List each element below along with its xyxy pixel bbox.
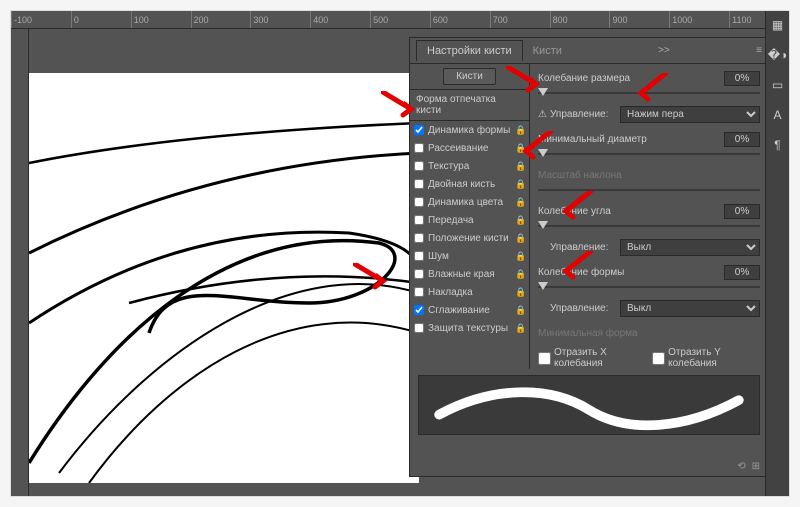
- brush-tip-shape-header[interactable]: Форма отпечатка кисти: [410, 90, 529, 121]
- brush-option-row[interactable]: Положение кисти🔒: [410, 229, 529, 247]
- flip-x-checkbox[interactable]: Отразить X колебания: [538, 347, 646, 369]
- lock-icon[interactable]: 🔒: [515, 125, 525, 135]
- canvas[interactable]: [29, 73, 419, 483]
- brush-settings-panel: Настройки кисти Кисти >> ≡ Кисти Форма о…: [409, 37, 769, 477]
- option-label: Передача: [428, 215, 515, 226]
- brush-option-row[interactable]: Сглаживание🔒: [410, 301, 529, 319]
- brush-option-row[interactable]: Шум🔒: [410, 247, 529, 265]
- roundness-control-label: Управление:: [550, 303, 620, 314]
- option-label: Накладка: [428, 287, 515, 298]
- new-preset-icon[interactable]: ⊞: [752, 461, 760, 472]
- option-checkbox[interactable]: [414, 323, 424, 333]
- brushes-button[interactable]: Кисти: [443, 68, 496, 85]
- brush-options-list: Кисти Форма отпечатка кисти Динамика фор…: [410, 64, 530, 369]
- option-checkbox[interactable]: [414, 179, 424, 189]
- min-diameter-label: Минимальный диаметр: [538, 134, 724, 145]
- adjustments-icon[interactable]: �◑: [770, 47, 786, 63]
- lock-icon[interactable]: 🔒: [515, 215, 525, 225]
- angle-control-select[interactable]: Выкл: [620, 239, 760, 256]
- option-checkbox[interactable]: [414, 251, 424, 261]
- angle-jitter-slider[interactable]: [538, 221, 760, 231]
- brush-option-row[interactable]: Рассеивание🔒: [410, 139, 529, 157]
- option-label: Рассеивание: [428, 143, 515, 154]
- swatches-icon[interactable]: ▦: [770, 17, 786, 33]
- min-diameter-slider[interactable]: [538, 149, 760, 159]
- option-checkbox[interactable]: [414, 197, 424, 207]
- roundness-jitter-label: Колебание формы: [538, 267, 724, 278]
- option-label: Шум: [428, 251, 515, 262]
- option-checkbox[interactable]: [414, 233, 424, 243]
- lock-icon[interactable]: 🔒: [515, 251, 525, 261]
- option-label: Динамика цвета: [428, 197, 515, 208]
- angle-jitter-value[interactable]: 0%: [724, 204, 760, 219]
- tilt-scale-label: Масштаб наклона: [538, 170, 760, 181]
- brush-option-row[interactable]: Накладка🔒: [410, 283, 529, 301]
- tab-brushes[interactable]: Кисти: [523, 41, 572, 61]
- collapse-icon[interactable]: >>: [658, 45, 670, 56]
- tilt-scale-slider: [538, 185, 760, 195]
- option-label: Текстура: [428, 161, 515, 172]
- right-toolstrip: ▦ �◑ ▭ A ¶: [765, 11, 789, 496]
- option-label: Двойная кисть: [428, 179, 515, 190]
- option-label: Положение кисти: [428, 233, 515, 244]
- size-control-select[interactable]: Нажим пера: [620, 106, 760, 123]
- tab-brush-settings[interactable]: Настройки кисти: [416, 40, 523, 61]
- angle-control-label: Управление:: [550, 242, 620, 253]
- type-icon[interactable]: A: [770, 107, 786, 123]
- lock-icon[interactable]: 🔒: [515, 287, 525, 297]
- option-label: Защита текстуры: [428, 323, 515, 334]
- control-label: Управление:: [550, 109, 620, 120]
- size-jitter-slider[interactable]: [538, 88, 760, 98]
- lock-icon[interactable]: 🔒: [515, 197, 525, 207]
- lock-icon[interactable]: 🔒: [515, 143, 525, 153]
- flip-y-checkbox[interactable]: Отразить Y колебания: [652, 347, 760, 369]
- option-checkbox[interactable]: [414, 305, 424, 315]
- roundness-jitter-value[interactable]: 0%: [724, 265, 760, 280]
- size-jitter-label: Колебание размера: [538, 73, 724, 84]
- option-label: Сглаживание: [428, 305, 515, 316]
- lock-icon[interactable]: 🔒: [515, 269, 525, 279]
- brush-strokes: [29, 73, 419, 483]
- min-diameter-value[interactable]: 0%: [724, 132, 760, 147]
- option-label: Динамика формы: [428, 125, 515, 136]
- option-checkbox[interactable]: [414, 125, 424, 135]
- brush-option-row[interactable]: Влажные края🔒: [410, 265, 529, 283]
- lock-icon[interactable]: 🔒: [515, 161, 525, 171]
- option-label: Влажные края: [428, 269, 515, 280]
- brush-option-row[interactable]: Динамика цвета🔒: [410, 193, 529, 211]
- option-checkbox[interactable]: [414, 287, 424, 297]
- layers-icon[interactable]: ▭: [770, 77, 786, 93]
- warning-icon: ⚠: [538, 109, 550, 120]
- lock-icon[interactable]: 🔒: [515, 233, 525, 243]
- roundness-control-select[interactable]: Выкл: [620, 300, 760, 317]
- lock-icon[interactable]: 🔒: [515, 305, 525, 315]
- angle-jitter-label: Колебание угла: [538, 206, 724, 217]
- ruler-left: [11, 29, 29, 497]
- brush-option-row[interactable]: Защита текстуры🔒: [410, 319, 529, 337]
- size-jitter-value[interactable]: 0%: [724, 71, 760, 86]
- brush-option-row[interactable]: Передача🔒: [410, 211, 529, 229]
- brush-option-row[interactable]: Текстура🔒: [410, 157, 529, 175]
- toggle-preview-icon[interactable]: ⟲: [737, 461, 745, 472]
- ruler-top: -100010020030040050060070080090010001100: [11, 11, 789, 29]
- brush-option-row[interactable]: Двойная кисть🔒: [410, 175, 529, 193]
- option-checkbox[interactable]: [414, 143, 424, 153]
- brush-preview: [418, 375, 760, 435]
- paragraph-icon[interactable]: ¶: [770, 137, 786, 153]
- min-roundness-label: Минимальная форма: [538, 328, 760, 339]
- roundness-jitter-slider[interactable]: [538, 282, 760, 292]
- shape-dynamics-controls: Колебание размера 0% ⚠ Управление: Нажим…: [530, 64, 768, 369]
- option-checkbox[interactable]: [414, 215, 424, 225]
- lock-icon[interactable]: 🔒: [515, 323, 525, 333]
- panel-menu-icon[interactable]: ≡: [756, 45, 762, 56]
- option-checkbox[interactable]: [414, 161, 424, 171]
- lock-icon[interactable]: 🔒: [515, 179, 525, 189]
- option-checkbox[interactable]: [414, 269, 424, 279]
- brush-option-row[interactable]: Динамика формы🔒: [410, 121, 529, 139]
